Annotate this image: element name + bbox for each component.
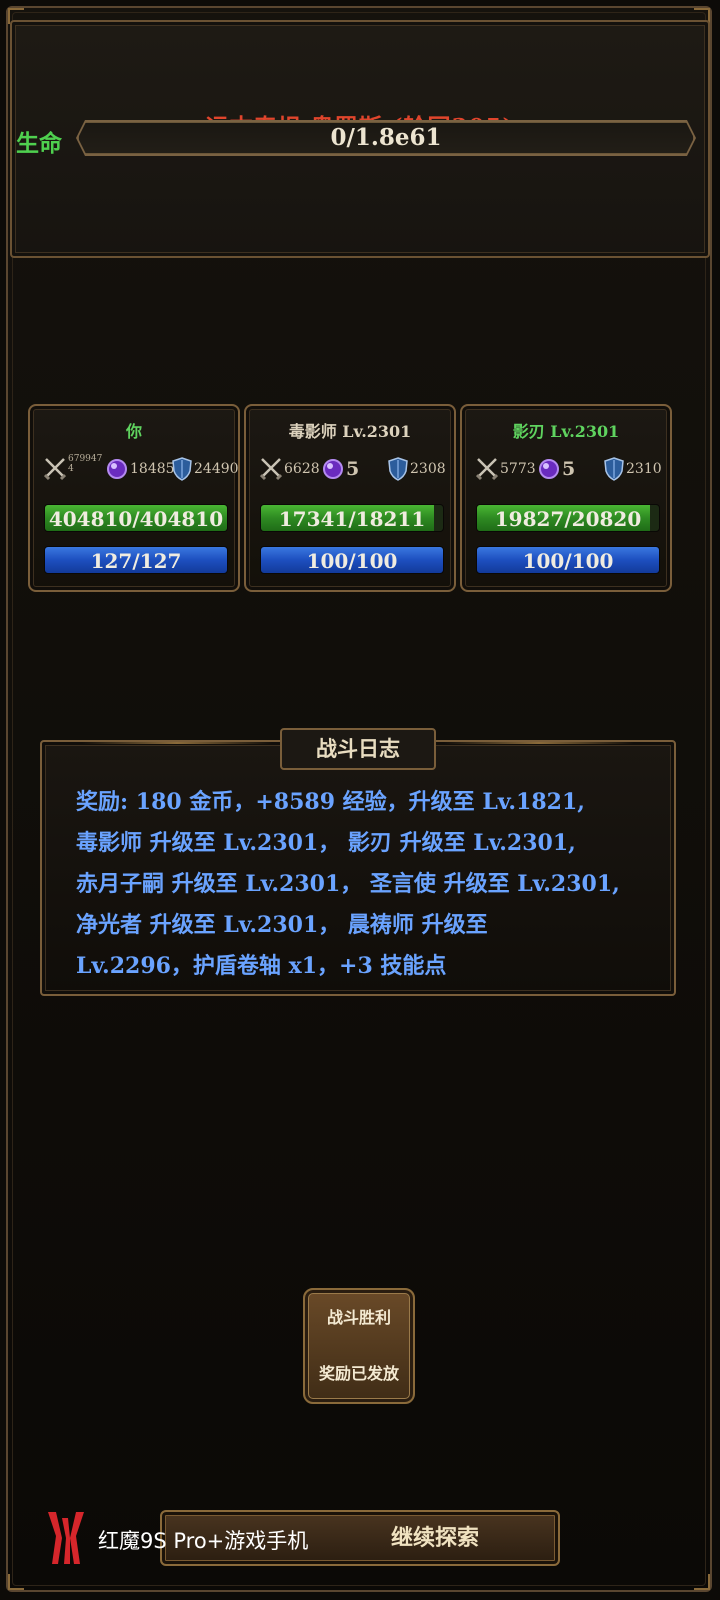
mp-bar: 127/127 xyxy=(44,546,228,574)
battle-log-text: 奖励: 180 金币，+8589 经验，升级至 Lv.1821, 毒影师 升级至… xyxy=(76,782,660,987)
hp-value: 404810/404810 xyxy=(48,507,224,531)
defense-value: 2308 xyxy=(410,461,446,477)
frame-corner xyxy=(694,1574,710,1590)
attack-suffix: 4 xyxy=(68,464,74,474)
watermark-text: 红魔9S Pro+游戏手机 xyxy=(98,1529,309,1553)
log-line: 赤月子嗣 升级至 Lv.2301， 圣言使 升级至 Lv.2301, xyxy=(76,871,620,897)
crossed-swords-icon xyxy=(260,457,282,481)
battle-log-panel: 战斗日志 奖励: 180 金币，+8589 经验，升级至 Lv.1821, 毒影… xyxy=(40,728,676,996)
victory-title: 战斗胜利 xyxy=(326,1308,391,1327)
boss-hp-label: 生命 xyxy=(16,130,62,157)
log-line: 净光者 升级至 Lv.2301， 晨祷师 升级至 xyxy=(76,912,488,938)
attack-stat: 6628 xyxy=(260,454,320,484)
mp-bar: 100/100 xyxy=(260,546,444,574)
continue-button-label: 继续探索 xyxy=(390,1525,479,1551)
blue-shield-icon xyxy=(172,457,192,481)
red-magic-logo-icon xyxy=(42,1508,90,1572)
defense-value: 24490 xyxy=(194,461,239,477)
attack-value: 6628 xyxy=(284,461,320,477)
party-card-you[interactable]: 你 679947 4 18485 24490 404810/404810 127… xyxy=(28,404,240,592)
defense-stat: 2308 xyxy=(388,454,446,484)
crossed-swords-icon xyxy=(44,457,66,481)
party-member-name: 毒影师 Lv.2301 xyxy=(288,422,412,441)
magic-value: 5 xyxy=(562,458,576,480)
defense-value: 2310 xyxy=(626,461,662,477)
victory-subtitle: 奖励已发放 xyxy=(318,1364,399,1383)
attack-value: 5773 xyxy=(500,461,536,477)
attack-stat: 5773 xyxy=(476,454,536,484)
party-card-poison-shadow[interactable]: 毒影师 Lv.2301 6628 5 2308 17341/18211 100/… xyxy=(244,404,456,592)
blue-shield-icon xyxy=(604,457,624,481)
magic-stat: 5 xyxy=(538,454,575,484)
hp-bar: 17341/18211 xyxy=(260,504,444,532)
magic-stat: 5 xyxy=(322,454,359,484)
purple-orb-icon xyxy=(106,458,128,480)
hp-value: 19827/20820 xyxy=(494,507,642,531)
boss-hp-bar: 0/1.8e61 xyxy=(78,122,694,154)
defense-stat: 24490 xyxy=(172,454,239,484)
victory-badge[interactable]: 战斗胜利 奖励已发放 xyxy=(303,1288,415,1404)
party-stats: 679947 4 18485 24490 xyxy=(44,454,239,484)
magic-value: 5 xyxy=(346,458,360,480)
ornament-line xyxy=(82,742,272,744)
party-stats: 5773 5 2310 xyxy=(476,454,662,484)
magic-value: 18485 xyxy=(130,461,175,477)
party-member-name: 你 xyxy=(125,422,142,441)
purple-orb-icon xyxy=(322,458,344,480)
party-member-name: 影刃 Lv.2301 xyxy=(512,422,620,441)
magic-stat: 18485 xyxy=(106,454,175,484)
device-watermark: 红魔9S Pro+游戏手机 xyxy=(42,1510,308,1570)
log-line: 毒影师 升级至 Lv.2301， 影刃 升级至 Lv.2301, xyxy=(76,830,576,856)
hp-bar: 404810/404810 xyxy=(44,504,228,532)
party-card-shadow-blade[interactable]: 影刃 Lv.2301 5773 5 2310 19827/20820 100/1… xyxy=(460,404,672,592)
purple-orb-icon xyxy=(538,458,560,480)
mp-bar: 100/100 xyxy=(476,546,660,574)
attack-value: 679947 xyxy=(68,454,103,464)
crossed-swords-icon xyxy=(476,457,498,481)
defense-stat: 2310 xyxy=(604,454,662,484)
attack-stat: 679947 4 xyxy=(44,454,102,484)
battle-log-header: 战斗日志 xyxy=(42,728,674,770)
frame-corner xyxy=(8,1574,24,1590)
party-stats: 6628 5 2308 xyxy=(260,454,446,484)
log-line: Lv.2296，护盾卷轴 x1，+3 技能点 xyxy=(76,953,447,979)
battle-log-title: 战斗日志 xyxy=(280,728,436,770)
hp-bar: 19827/20820 xyxy=(476,504,660,532)
ornament-line xyxy=(444,742,634,744)
log-line: 奖励: 180 金币，+8589 经验，升级至 Lv.1821, xyxy=(76,789,585,815)
blue-shield-icon xyxy=(388,457,408,481)
hp-value: 17341/18211 xyxy=(278,507,426,531)
